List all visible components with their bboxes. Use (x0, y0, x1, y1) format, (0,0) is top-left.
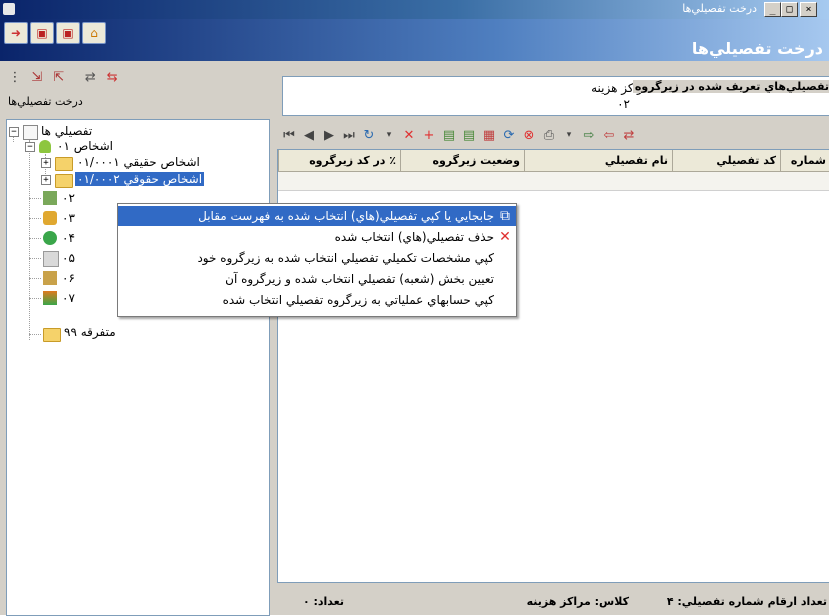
status-class: كلاس: مراكز هزينه (526, 595, 629, 608)
edit-icon[interactable]: ▤ (440, 126, 458, 144)
root-icon (23, 125, 38, 140)
tree-node[interactable]: ۰۶ (62, 271, 75, 285)
column-header[interactable]: شماره (780, 150, 829, 172)
menu-item-set-branch[interactable]: تعيين بخش (شعبه) تفصيلي انتخاب شده و زير… (118, 269, 516, 289)
globe-icon (43, 231, 57, 245)
report-icon[interactable]: ▦ (480, 126, 498, 144)
tree-toolbar: ⋮ ⇲ ⇱ ⇄ ⇆ (6, 68, 121, 88)
tree-node[interactable]: ۰۳ (62, 211, 75, 225)
status-digits: تعداد ارقام شماره تفصيلي: ۴ (666, 595, 827, 608)
header-banner: ➜ ▣ ▣ ⌂ درخت تفصيلي‌ها (0, 19, 829, 61)
column-header[interactable]: ٪ در كد زيرگروه (278, 150, 400, 172)
tree-node-selected[interactable]: اشخاص حقوقي ۰۱/۰۰۰۲ (75, 172, 205, 186)
window-title: درخت تفصيلي‌ها (682, 2, 757, 15)
prev-record-icon[interactable]: ◀ (300, 126, 318, 144)
tree-move-icon[interactable]: ⇄ (81, 68, 99, 86)
last-record-icon[interactable]: ⏭ (340, 126, 358, 144)
expand-icon[interactable]: + (41, 158, 51, 168)
home-icon: ⌂ (90, 26, 98, 40)
maximize-button[interactable]: □ (781, 2, 798, 17)
tree-panel-label: درخت تفصيلي‌ها (8, 95, 83, 108)
status-count: تعداد: ۰ (302, 595, 344, 608)
folder-icon (55, 174, 73, 188)
export-icon[interactable]: ⇨ (580, 126, 598, 144)
view-icon[interactable]: ▤ (460, 126, 478, 144)
window-icon: ▣ (62, 26, 74, 40)
folder-icon (43, 328, 61, 342)
status-bar: تعداد ارقام شماره تفصيلي: ۴ كلاس: مراكز … (277, 590, 829, 614)
add-icon[interactable]: + (420, 126, 438, 144)
delete-icon: ✕ (499, 229, 511, 245)
home-button[interactable]: ⌂ (82, 22, 106, 44)
refresh-icon[interactable]: ↻ (360, 126, 378, 144)
column-header[interactable]: وضعيت زيرگروه (400, 150, 524, 172)
cancel-icon[interactable]: ⊗ (520, 126, 538, 144)
dropdown-icon[interactable]: ▾ (560, 126, 578, 144)
window-title-bar: درخت تفصيلي‌ها × □ _ (0, 0, 829, 19)
tree-level-icon[interactable]: ⋮ (6, 68, 24, 86)
column-header[interactable]: كد تفصيلي (672, 150, 780, 172)
minimize-button[interactable]: _ (764, 2, 781, 17)
tree-node[interactable]: اشخاص حقيقي ۰۱/۰۰۰۱ (77, 155, 200, 169)
group-icon (43, 191, 57, 205)
exit-icon: ➜ (10, 26, 22, 40)
page-title: درخت تفصيلي‌ها (691, 39, 823, 58)
document-icon (43, 251, 59, 267)
tree-node[interactable]: ۰۵ (62, 251, 75, 265)
tree-link-icon[interactable]: ⇆ (103, 68, 121, 86)
collapse-icon[interactable]: − (9, 127, 19, 137)
expand-icon[interactable]: + (41, 175, 51, 185)
menu-item-delete[interactable]: ✕ حذف تفصيلي(هاي) انتخاب شده (118, 227, 516, 247)
window-next-button[interactable]: ▣ (56, 22, 80, 44)
folder-icon (55, 157, 73, 171)
person-icon (39, 140, 51, 153)
import-icon[interactable]: ⇦ (600, 126, 618, 144)
delete-icon[interactable]: ✕ (400, 126, 418, 144)
window-icon: ▣ (36, 26, 48, 40)
grid-toolbar: ⏮ ◀ ▶ ⏭ ↻ ▾ ✕ + ▤ ▤ ▦ ⟳ ⊗ ⎙ ▾ ⇨ ⇦ ⇄ (280, 124, 638, 146)
context-menu: ⧉ جابجايي يا كپي تفصيلي(هاي) انتخاب شده … (117, 203, 517, 317)
dropdown-icon[interactable]: ▾ (380, 126, 398, 144)
print-icon[interactable]: ⎙ (540, 126, 558, 144)
tree-node[interactable]: ۰۴ (62, 231, 75, 245)
tree-node[interactable]: متفرقه ۹۹ (64, 325, 116, 339)
tree-collapse-icon[interactable]: ⇱ (50, 68, 68, 86)
app-icon (3, 3, 15, 15)
copy-icon: ⧉ (500, 208, 510, 224)
column-header[interactable]: نام تفصيلي (524, 150, 672, 172)
tree-root[interactable]: تفصيلي ها (41, 124, 92, 138)
menu-item-copy-accounts[interactable]: كپي حسابهاي عملياتي به زيرگروه تفصيلي ان… (118, 290, 516, 310)
tree-node[interactable]: اشخاص ۰۱ (57, 139, 113, 153)
collapse-icon[interactable]: − (25, 142, 35, 152)
tree-expand-icon[interactable]: ⇲ (28, 68, 46, 86)
close-button[interactable]: × (800, 2, 817, 17)
coins-icon (43, 211, 57, 225)
next-record-icon[interactable]: ▶ (320, 126, 338, 144)
menu-item-copy-details[interactable]: كپي مشخصات تكميلي تفصيلي انتخاب شده به ز… (118, 248, 516, 268)
box-icon (43, 291, 57, 305)
tree-node[interactable]: ۰۷ (62, 291, 75, 305)
tree-node[interactable]: ۰۲ (62, 191, 75, 205)
book-icon (43, 271, 57, 285)
sync-icon[interactable]: ⟳ (500, 126, 518, 144)
subgroup-label: تفصيلي‌هاي تعريف شده در زيرگروه (632, 80, 829, 93)
table-row[interactable] (278, 172, 829, 191)
transfer-icon[interactable]: ⇄ (620, 126, 638, 144)
subgroup-code: ۰۲ (617, 97, 630, 111)
window-prev-button[interactable]: ▣ (30, 22, 54, 44)
tree-view[interactable]: − تفصيلي ها − اشخاص ۰۱ + اشخاص حقيقي ۰۱/… (6, 119, 270, 616)
menu-item-move-copy[interactable]: ⧉ جابجايي يا كپي تفصيلي(هاي) انتخاب شده … (118, 206, 516, 226)
first-record-icon[interactable]: ⏮ (280, 126, 298, 144)
exit-button[interactable]: ➜ (4, 22, 28, 44)
